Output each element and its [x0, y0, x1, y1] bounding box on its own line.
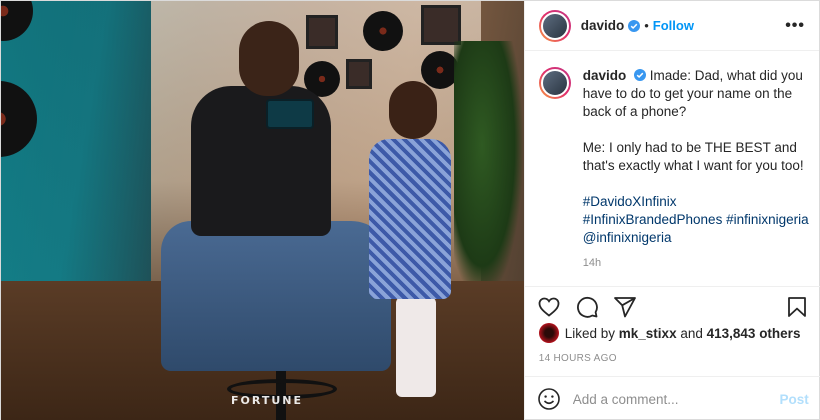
likes-prefix: Liked by	[564, 325, 616, 341]
vinyl-record	[363, 11, 403, 51]
liker-username[interactable]: mk_stixx	[619, 326, 677, 341]
mention-link[interactable]: @infinixnigeria	[583, 229, 811, 247]
girl-head	[389, 81, 437, 139]
likes-and: and	[680, 325, 703, 341]
phone	[266, 99, 314, 129]
emoji-icon[interactable]	[537, 387, 561, 411]
photo-window	[1, 1, 151, 301]
man-head	[239, 21, 299, 96]
instagram-post: FORTUNE davido • Follow ••• davido Imade…	[0, 0, 820, 420]
separator-dot: •	[644, 18, 649, 33]
avatar[interactable]	[538, 9, 571, 42]
caption: davido Imade: Dad, what did you have to …	[538, 67, 811, 279]
likes-line: Liked by mk_stixx and 413,843 others	[538, 323, 801, 343]
action-bar	[524, 286, 820, 326]
caption-avatar[interactable]	[538, 67, 571, 99]
caption-username[interactable]: davido	[583, 68, 627, 83]
post-header: davido • Follow •••	[524, 1, 819, 51]
header-username[interactable]: davido	[581, 18, 625, 33]
post-comment-button[interactable]: Post	[779, 392, 808, 407]
share-icon[interactable]	[613, 295, 637, 319]
more-options-icon[interactable]: •••	[785, 17, 805, 35]
hashtag-link[interactable]: #InfinixBrandedPhones #infinixnigeria	[583, 211, 811, 229]
album-frame	[421, 5, 461, 45]
plant	[453, 41, 524, 301]
follow-button[interactable]: Follow	[653, 18, 694, 33]
caption-age: 14h	[582, 257, 602, 269]
verified-badge-icon	[628, 19, 641, 32]
man-jeans	[161, 221, 391, 371]
bookmark-icon[interactable]	[785, 295, 809, 319]
caption-line2: Me: I only had to be THE BEST and that's…	[582, 140, 808, 173]
post-side-panel: davido • Follow ••• davido Imade: Dad, w…	[523, 1, 820, 420]
album-frame	[306, 15, 338, 49]
comment-input[interactable]	[572, 391, 780, 407]
caption-paragraph: davido Imade: Dad, what did you have to …	[583, 67, 811, 121]
heart-icon[interactable]	[537, 295, 561, 319]
liker-avatar[interactable]	[538, 323, 559, 343]
girl-dress	[369, 139, 451, 299]
brand-watermark: FORTUNE	[231, 394, 303, 407]
hashtag-link[interactable]: #DavidoXInfinix	[583, 193, 811, 211]
likes-count[interactable]: 413,843 others	[707, 326, 801, 341]
album-frame	[346, 59, 372, 89]
post-timestamp[interactable]: 14 HOURS AGO	[539, 353, 617, 364]
verified-badge-icon	[634, 69, 646, 81]
comment-bar: Post	[524, 376, 820, 420]
girl-legs	[396, 297, 436, 397]
post-photo[interactable]: FORTUNE	[1, 1, 524, 420]
comment-icon[interactable]	[575, 295, 599, 319]
caption-text: davido Imade: Dad, what did you have to …	[583, 67, 811, 247]
